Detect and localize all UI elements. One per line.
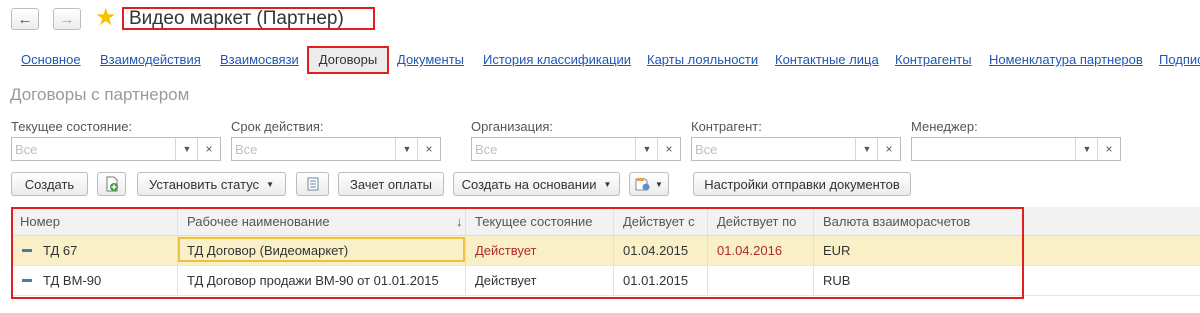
chevron-down-icon: ▼ <box>603 179 612 189</box>
filter-label-counterparty: Контрагент: <box>691 119 762 134</box>
filter-counterparty-placeholder: Все <box>695 142 718 157</box>
section-tabs: Основное Взаимодействия Взаимосвязи Дого… <box>0 46 1200 74</box>
report-menu-button[interactable]: ▼ <box>629 172 669 196</box>
tab-counterparties[interactable]: Контрагенты <box>895 52 972 67</box>
tab-partner-nomenclature[interactable]: Номенклатура партнеров <box>989 52 1143 67</box>
filter-label-organization: Организация: <box>471 119 554 134</box>
tab-documents[interactable]: Документы <box>397 52 464 67</box>
tab-main[interactable]: Основное <box>21 52 81 67</box>
filter-state-field[interactable]: Все ▼ × <box>11 137 221 161</box>
close-icon[interactable]: × <box>1097 138 1120 160</box>
list-settings-button[interactable] <box>296 172 329 196</box>
filter-organization-placeholder: Все <box>475 142 498 157</box>
chevron-down-icon[interactable]: ▼ <box>635 138 658 160</box>
copy-button[interactable] <box>97 172 126 196</box>
create-based-on-button[interactable]: Создать на основании ▼ <box>453 172 620 196</box>
back-button[interactable]: ← <box>11 8 39 30</box>
section-title: Договоры с партнером <box>10 85 190 104</box>
chevron-down-icon[interactable]: ▼ <box>855 138 878 160</box>
close-icon[interactable]: × <box>877 138 900 160</box>
tab-signatures[interactable]: Подпис <box>1159 52 1200 67</box>
chevron-down-icon[interactable]: ▼ <box>395 138 418 160</box>
payment-offset-button[interactable]: Зачет оплаты <box>338 172 444 196</box>
close-icon[interactable]: × <box>197 138 220 160</box>
filter-manager-field[interactable]: ▼ × <box>911 137 1121 161</box>
tab-relations[interactable]: Взаимосвязи <box>220 52 299 67</box>
document-send-settings-button[interactable]: Настройки отправки документов <box>693 172 911 196</box>
tab-loyalty-cards[interactable]: Карты лояльности <box>647 52 758 67</box>
filter-label-validity: Срок действия: <box>231 119 324 134</box>
filter-validity-placeholder: Все <box>235 142 258 157</box>
star-icon[interactable]: ★ <box>95 6 117 30</box>
close-icon[interactable]: × <box>657 138 680 160</box>
chevron-down-icon[interactable]: ▼ <box>175 138 198 160</box>
filter-validity-field[interactable]: Все ▼ × <box>231 137 441 161</box>
list-icon <box>307 177 318 191</box>
table-highlight-frame <box>11 207 1024 299</box>
tab-interactions[interactable]: Взаимодействия <box>100 52 201 67</box>
page-title: Видео маркет (Партнер) <box>122 7 375 30</box>
close-icon[interactable]: × <box>417 138 440 160</box>
tab-classification-history[interactable]: История классификации <box>483 52 631 67</box>
add-document-icon <box>106 176 118 192</box>
filter-label-state: Текущее состояние: <box>11 119 133 134</box>
tab-contact-persons[interactable]: Контактные лица <box>775 52 879 67</box>
chevron-down-icon[interactable]: ▼ <box>1075 138 1098 160</box>
set-status-button[interactable]: Установить статус ▼ <box>137 172 286 196</box>
arrow-right-icon: → <box>59 10 75 28</box>
create-button[interactable]: Создать <box>11 172 88 196</box>
filter-state-placeholder: Все <box>15 142 38 157</box>
chevron-down-icon: ▼ <box>266 179 274 189</box>
report-icon <box>635 177 650 190</box>
tab-contracts[interactable]: Договоры <box>307 46 389 74</box>
arrow-left-icon: ← <box>17 10 33 28</box>
filter-counterparty-field[interactable]: Все ▼ × <box>691 137 901 161</box>
forward-button[interactable]: → <box>53 8 81 30</box>
chevron-down-icon: ▼ <box>655 179 663 189</box>
filter-organization-field[interactable]: Все ▼ × <box>471 137 681 161</box>
filter-label-manager: Менеджер: <box>911 119 978 134</box>
